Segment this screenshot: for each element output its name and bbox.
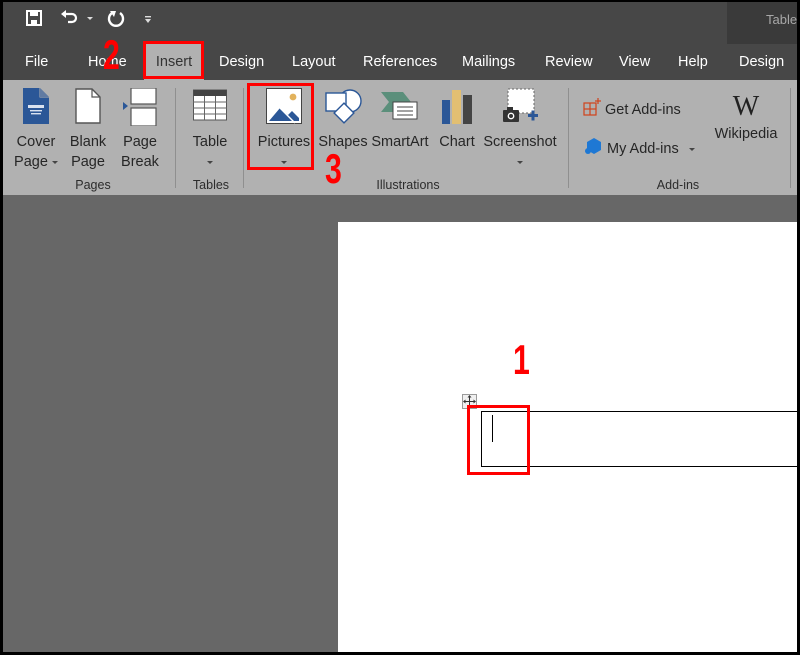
- contextual-group-label: Table: [766, 12, 797, 27]
- tab-references[interactable]: References: [363, 44, 437, 80]
- chevron-down-icon: [517, 160, 523, 164]
- document-table[interactable]: [481, 411, 797, 467]
- group-separator: [568, 88, 569, 188]
- group-label-tables: Tables: [192, 178, 230, 192]
- tab-insert[interactable]: Insert: [144, 44, 204, 80]
- blank-page-icon: [67, 88, 109, 132]
- blank-page-button[interactable]: Blank Page: [67, 88, 109, 172]
- chevron-down-icon: [281, 160, 287, 164]
- cover-page-icon: [12, 88, 60, 132]
- chevron-down-icon[interactable]: [688, 147, 695, 151]
- group-label-illustrations: Illustrations: [376, 178, 440, 192]
- tab-mailings[interactable]: Mailings: [462, 44, 515, 80]
- ribbon-insert: Cover Page Blank Page Page Break Pages T…: [3, 80, 797, 195]
- annotation-step-3: 3: [325, 145, 342, 192]
- table-move-handle[interactable]: [462, 394, 477, 409]
- smartart-button[interactable]: SmartArt: [369, 88, 431, 152]
- wikipedia-button[interactable]: W Wikipedia: [709, 90, 783, 144]
- my-addins-button[interactable]: My Add-ins: [585, 137, 695, 161]
- annotation-step-2: 2: [103, 31, 120, 78]
- shapes-icon: [317, 88, 369, 132]
- tab-file[interactable]: File: [25, 44, 48, 80]
- pictures-icon: [255, 88, 313, 132]
- text-cursor: [492, 415, 493, 442]
- table-icon: [188, 88, 232, 132]
- screenshot-button[interactable]: Screenshot: [481, 88, 559, 172]
- shapes-button[interactable]: Shapes: [317, 88, 369, 152]
- tab-design[interactable]: Design: [219, 44, 264, 80]
- undo-dropdown-icon[interactable]: [87, 17, 93, 20]
- chevron-down-icon: [51, 160, 58, 164]
- tab-help[interactable]: Help: [678, 44, 708, 80]
- move-arrows-icon: [463, 395, 476, 408]
- document-page[interactable]: [338, 222, 797, 652]
- chevron-down-icon: [207, 160, 213, 164]
- word-window: Table File Home Insert Design Layout Ref…: [3, 2, 797, 652]
- redo-icon[interactable]: [107, 10, 125, 28]
- page-break-icon: [118, 87, 162, 132]
- my-addins-icon: [585, 137, 603, 161]
- table-button[interactable]: Table: [188, 88, 232, 172]
- page-break-button[interactable]: Page Break: [118, 87, 162, 172]
- tab-table-design[interactable]: Design: [739, 44, 784, 80]
- pictures-button[interactable]: Pictures: [255, 88, 313, 172]
- chart-icon: [435, 88, 479, 132]
- tab-review[interactable]: Review: [545, 44, 593, 80]
- screenshot-icon: [481, 88, 559, 132]
- tab-layout[interactable]: Layout: [292, 44, 336, 80]
- undo-icon[interactable]: [60, 10, 80, 26]
- group-separator: [175, 88, 176, 188]
- save-icon[interactable]: [26, 10, 42, 26]
- title-bar: [3, 2, 797, 44]
- group-separator: [243, 88, 244, 188]
- smartart-icon: [369, 88, 431, 132]
- group-label-pages: Pages: [75, 178, 111, 192]
- cover-page-button[interactable]: Cover Page: [12, 88, 60, 172]
- wikipedia-icon: W: [732, 91, 760, 122]
- group-label-addins: Add-ins: [656, 178, 700, 192]
- chart-button[interactable]: Chart: [435, 88, 479, 152]
- tab-view[interactable]: View: [619, 44, 650, 80]
- annotation-step-1: 1: [513, 336, 530, 383]
- get-addins-button[interactable]: Get Add-ins: [583, 98, 681, 122]
- group-separator: [790, 88, 791, 188]
- get-addins-icon: [583, 98, 601, 122]
- customize-qat-icon[interactable]: [144, 16, 152, 24]
